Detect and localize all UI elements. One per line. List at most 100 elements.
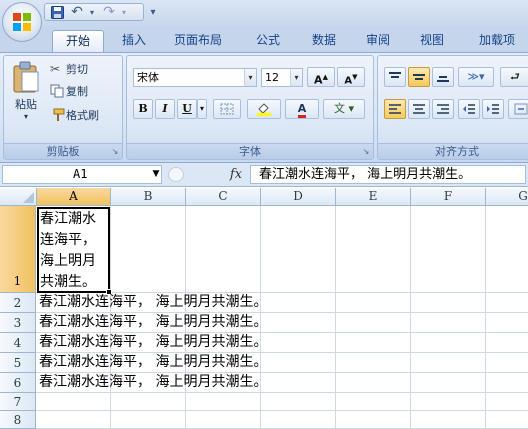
undo-button[interactable]: ↶ [67, 4, 87, 20]
align-middle-icon [413, 74, 425, 80]
cell-a2[interactable]: 春江潮水连海平， 海上明月共潮生。 [39, 294, 267, 311]
fill-color-icon [257, 103, 271, 116]
chevron-down-icon[interactable]: ▾ [290, 69, 302, 86]
row-header-4[interactable]: 4 [0, 333, 36, 353]
row-header-3[interactable]: 3 [0, 313, 36, 333]
column-header-e[interactable]: E [336, 188, 411, 206]
save-button[interactable] [49, 4, 65, 20]
save-icon [50, 5, 64, 19]
orientation-button[interactable]: ≫▾ [458, 67, 494, 87]
italic-button[interactable]: I [155, 99, 175, 119]
undo-dropdown[interactable]: ▾ [87, 4, 97, 20]
align-top-button[interactable] [384, 67, 406, 87]
gridline [36, 332, 528, 333]
tab-add-ins[interactable]: 加载项 [470, 30, 524, 52]
redo-button[interactable]: ↷ [99, 4, 119, 20]
column-header-d[interactable]: D [261, 188, 336, 206]
align-right-button[interactable] [432, 99, 454, 119]
decrease-indent-button[interactable] [458, 99, 480, 119]
underline-dropdown[interactable]: ▾ [197, 99, 207, 119]
office-button[interactable] [2, 2, 42, 42]
merge-center-button[interactable] [508, 99, 528, 119]
font-size-combo[interactable]: 12 ▾ [261, 68, 303, 87]
name-box-dropdown[interactable]: ▼ [150, 165, 162, 184]
tab-page-layout[interactable]: 页面布局 [166, 30, 230, 52]
grow-font-button[interactable]: A▲ [307, 67, 335, 87]
column-header-b[interactable]: B [111, 188, 186, 206]
insert-function-button[interactable]: fx [224, 165, 248, 184]
align-center-icon [413, 104, 425, 114]
tab-insert[interactable]: 插入 [114, 30, 154, 52]
column-header-a[interactable]: A [37, 188, 111, 206]
redo-icon: ↷ [103, 4, 115, 20]
cell-a4[interactable]: 春江潮水连海平， 海上明月共潮生。 [39, 334, 267, 351]
tab-data[interactable]: 数据 [304, 30, 344, 52]
gridline [335, 206, 336, 429]
tab-view[interactable]: 视图 [412, 30, 452, 52]
phonetic-icon: 文 [333, 102, 345, 115]
undo-icon: ↶ [71, 4, 83, 20]
row-header-2[interactable]: 2 [0, 293, 36, 313]
dialog-launcher-icon[interactable]: ↘ [361, 147, 371, 157]
font-name-combo[interactable]: 宋体 ▾ [133, 68, 257, 87]
row-header-1[interactable]: 1 [0, 206, 36, 293]
worksheet-grid[interactable]: A B C D E F G 1 2 3 4 5 6 7 8 春江潮水连海平，海上… [0, 188, 528, 429]
title-bar: ↶ ▾ ↷ ▾ ▾ [0, 0, 528, 28]
align-bottom-button[interactable] [432, 67, 454, 87]
align-left-icon [389, 104, 401, 114]
scissors-icon: ✂ [50, 62, 61, 76]
tab-home[interactable]: 开始 [52, 30, 104, 52]
format-painter-button[interactable]: 格式刷 [50, 106, 99, 124]
decrease-indent-icon [463, 104, 475, 114]
fill-color-button[interactable] [247, 99, 281, 119]
formula-splitter-handle[interactable] [168, 167, 184, 182]
align-top-icon [389, 72, 401, 78]
select-all-corner[interactable] [0, 188, 37, 206]
quick-access-toolbar: ↶ ▾ ↷ ▾ [44, 3, 144, 21]
tab-formulas[interactable]: 公式 [248, 30, 288, 52]
bold-button[interactable]: B [133, 99, 153, 119]
align-left-button[interactable] [384, 99, 406, 119]
cut-button[interactable]: ✂ 剪切 [50, 60, 88, 78]
cell-a5[interactable]: 春江潮水连海平， 海上明月共潮生。 [39, 354, 267, 371]
cell-a3[interactable]: 春江潮水连海平， 海上明月共潮生。 [39, 314, 267, 331]
gridline [36, 392, 528, 393]
borders-button[interactable] [213, 99, 241, 119]
tab-review[interactable]: 审阅 [358, 30, 398, 52]
increase-indent-icon [487, 104, 499, 114]
cell-a1-selected[interactable]: 春江潮水连海平，海上明月共潮生。 [37, 207, 110, 293]
row-header-5[interactable]: 5 [0, 353, 36, 373]
column-header-g[interactable]: G [486, 188, 528, 206]
ribbon: 粘贴 ▾ ✂ 剪切 复制 格式刷 剪贴板 ↘ 宋体 ▾ 12 ▾ A▲ A▼ B… [0, 52, 528, 163]
row-header-8[interactable]: 8 [0, 411, 36, 429]
underline-button[interactable]: U [177, 99, 197, 119]
row-header-7[interactable]: 7 [0, 393, 36, 411]
column-header-f[interactable]: F [411, 188, 486, 206]
copy-button[interactable]: 复制 [50, 82, 88, 100]
formula-input[interactable]: 春江潮水连海平， 海上明月共潮生。 [250, 165, 526, 184]
align-middle-button[interactable] [408, 67, 430, 87]
chevron-down-icon: ▼ [152, 169, 160, 179]
formula-bar: A1 ▼ fx 春江潮水连海平， 海上明月共潮生。 [0, 163, 528, 187]
chevron-down-icon: ▾ [23, 112, 28, 121]
excel-window: ↶ ▾ ↷ ▾ ▾ 开始 插入 页面布局 公式 数据 审阅 视图 加载项 粘贴 … [0, 0, 528, 429]
customize-qat-button[interactable]: ▾ [148, 4, 158, 20]
font-color-button[interactable]: A [285, 99, 319, 119]
gridline [485, 206, 486, 429]
alignment-group-label: 对齐方式 [378, 143, 528, 159]
row-header-6[interactable]: 6 [0, 373, 36, 393]
cell-a6[interactable]: 春江潮水连海平， 海上明月共潮生。 [39, 374, 267, 391]
name-box[interactable]: A1 [2, 165, 162, 184]
shrink-font-button[interactable]: A▼ [337, 67, 365, 87]
dialog-launcher-icon[interactable]: ↘ [110, 147, 120, 157]
phonetic-button[interactable]: 文 ▾ [323, 99, 365, 119]
wrap-text-button[interactable]: ⮐ [500, 67, 528, 87]
increase-indent-button[interactable] [482, 99, 504, 119]
redo-dropdown[interactable]: ▾ [119, 4, 129, 20]
chevron-down-icon[interactable]: ▾ [244, 69, 256, 86]
gridline [36, 372, 528, 373]
gridline [36, 352, 528, 353]
align-center-button[interactable] [408, 99, 430, 119]
column-header-c[interactable]: C [186, 188, 261, 206]
paste-button[interactable]: 粘贴 ▾ [7, 59, 45, 129]
